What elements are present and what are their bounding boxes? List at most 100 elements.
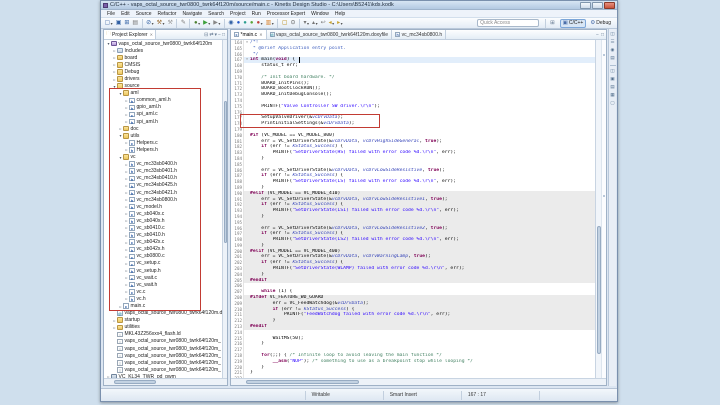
save-all-button[interactable]: ⊞ [123, 18, 130, 28]
forward-button[interactable]: ▸▾ [336, 18, 344, 28]
tree-item[interactable]: ▹hspi_aml.h [104, 118, 222, 125]
tree-item[interactable]: ▹doc [104, 125, 222, 132]
close-button[interactable] [604, 2, 615, 9]
tree-item[interactable]: ≡vaps_octal_source_twr0800_twrk64f120m_ [104, 359, 222, 366]
tree-item[interactable]: ▹cmain.c [104, 302, 222, 309]
tree-item[interactable]: ▹hvc_mc34sb0425.h [104, 182, 222, 189]
next-annotation-button[interactable]: ▾▾ [303, 18, 311, 28]
generate-code-button[interactable]: ● [242, 18, 248, 28]
tree-item[interactable]: ▹hvc_mc33sb0401.h [104, 168, 222, 175]
flash-programmer-button[interactable]: ▥▾ [265, 18, 275, 28]
menu-help[interactable]: Help [332, 11, 348, 17]
maximize-view-icon[interactable]: □ [601, 32, 604, 38]
close-icon[interactable]: ✕ [150, 32, 153, 37]
tree-item[interactable]: ▹hcommon_aml.h [104, 97, 222, 104]
menu-project[interactable]: Project [227, 11, 249, 17]
tree-item[interactable]: ▹cHelpers.c [104, 139, 222, 146]
tree-item[interactable]: @vaps_octal_source_twr0800_twrk64f120m.d… [104, 310, 222, 317]
perspective-debug[interactable]: ⚙Debug [588, 19, 613, 28]
tree-item[interactable]: ▹cvc_sb0800.c [104, 253, 222, 260]
tree-item[interactable]: ▹hgpio_aml.h [104, 104, 222, 111]
update-code-button[interactable]: ◉ [227, 18, 234, 28]
project-explorer-vscrollbar[interactable] [222, 40, 227, 378]
tree-item[interactable]: ▹Includes [104, 47, 222, 54]
tree-item[interactable]: ▹cvc_setup.c [104, 260, 222, 267]
perspective-cc[interactable]: ▣C/C++ [560, 19, 587, 28]
tree-item[interactable]: ▹drivers [104, 75, 222, 82]
maximize-view-icon[interactable]: □ [222, 31, 225, 39]
build-button[interactable]: ⚒▾ [156, 18, 166, 28]
link-with-editor-icon[interactable]: ⇄ [209, 31, 213, 39]
open-element-button[interactable]: ▢ [281, 18, 289, 28]
collapse-all-icon[interactable]: ⊟ [204, 31, 208, 39]
tree-item[interactable]: ▹cvc.c [104, 288, 222, 295]
tree-item[interactable]: ▾source [104, 83, 222, 90]
tree-item[interactable]: ▾vaps_octal_source_twr0800_twrk64f120m [104, 40, 222, 47]
properties-view-icon[interactable]: ▦ [610, 92, 616, 98]
tree-item[interactable]: ▾aml [104, 90, 222, 97]
tree-item[interactable]: ▾utils [104, 132, 222, 139]
editor-tab[interactable]: c*main.c✕ [231, 30, 267, 39]
tree-item[interactable]: ▹hvc_sb0410.h [104, 232, 222, 239]
tree-item[interactable]: ▹hvc_mc33sb0400.h [104, 161, 222, 168]
print-button[interactable]: ▤ [131, 18, 139, 28]
last-edit-location-button[interactable]: ↩ [320, 18, 327, 28]
menu-search[interactable]: Search [205, 11, 227, 17]
tree-item[interactable]: ▹utilities [104, 324, 222, 331]
tree-item[interactable]: ▹hvc_sb042x.h [104, 246, 222, 253]
tree-item[interactable]: ▹hHelpers.h [104, 146, 222, 153]
tree-item[interactable]: ▹hvc_sb040x.h [104, 217, 222, 224]
terminate-button[interactable]: ●▾ [255, 18, 263, 28]
documentation-view-icon[interactable]: ▤ [610, 55, 616, 61]
back-button[interactable]: ◂▾ [328, 18, 336, 28]
menu-source[interactable]: Source [133, 11, 155, 17]
tree-item[interactable]: ▹hvc_mc34sb0800.h [104, 196, 222, 203]
project-explorer-tab[interactable]: 🗀 Project Explorer ✕ [104, 30, 156, 39]
previous-annotation-button[interactable]: ▴▾ [311, 18, 319, 28]
debug-button[interactable]: ●▾ [193, 18, 201, 28]
menu-refactor[interactable]: Refactor [155, 11, 180, 17]
tree-item[interactable]: ▹Debug [104, 68, 222, 75]
restore-pane-icon[interactable]: ◫ [610, 31, 616, 37]
make-targets-view-icon[interactable]: ◉ [610, 47, 616, 53]
menu-processor-expert[interactable]: Processor Expert [264, 11, 308, 17]
menu-navigate[interactable]: Navigate [179, 11, 205, 17]
run-button[interactable]: ▶▾ [202, 18, 211, 28]
restore-pane-icon[interactable]: ◫ [610, 68, 616, 74]
tree-item[interactable]: ≡vaps_octal_source_twr0800_twrk64f120m_ [104, 338, 222, 345]
tree-item[interactable]: ≡vaps_octal_source_twr0800_twrk64f120m_ [104, 345, 222, 352]
quick-access-input[interactable]: Quick Access [477, 19, 539, 27]
components-button[interactable]: ● [249, 18, 255, 28]
tree-item[interactable]: ▹hvc_setup.h [104, 267, 222, 274]
overview-ruler[interactable] [601, 40, 606, 378]
code-editor[interactable]: 164⊖/*!165 * @brief Application entry po… [231, 40, 595, 378]
maximize-button[interactable] [592, 2, 603, 9]
menu-run[interactable]: Run [249, 11, 264, 17]
menu-window[interactable]: Window [308, 11, 332, 17]
tree-item[interactable]: ▹cvc_wait.c [104, 274, 222, 281]
external-tools-button[interactable]: ▶▾ [212, 18, 221, 28]
outline-view-icon[interactable]: ☰ [610, 39, 616, 45]
search-button[interactable]: ⊙ [289, 18, 296, 28]
editor-hscrollbar[interactable] [231, 378, 606, 385]
tree-item[interactable]: ≡vaps_octal_source_twr0800_twrk64f120m_ [104, 366, 222, 373]
tree-item[interactable]: ▹cvc_sb0410.c [104, 224, 222, 231]
menu-file[interactable]: File [104, 11, 118, 17]
editor-tab[interactable]: @vaps_octal_source_twr0800_twrk64f120m.d… [267, 30, 393, 39]
tree-item[interactable]: ▹cvc_sb040x.c [104, 210, 222, 217]
new-wizard-button[interactable]: ✎ [180, 18, 187, 28]
save-button[interactable]: ▣ [115, 18, 123, 28]
open-perspective-button[interactable]: ⊞ [548, 19, 558, 28]
skip-breakpoints-button[interactable]: ⊘▾ [145, 18, 155, 28]
title-bar[interactable]: C/C++ - vaps_octal_source_twr0800_twrk64… [101, 1, 617, 10]
tree-item[interactable]: ▹CMSIS [104, 61, 222, 68]
tree-item[interactable]: ▾vc [104, 154, 222, 161]
minimize-view-icon[interactable]: − [596, 32, 599, 38]
tree-item[interactable]: ▹hvc.h [104, 295, 222, 302]
tree-item[interactable]: ▹hvc_mc34sb0421.h [104, 189, 222, 196]
project-explorer-hscrollbar[interactable] [104, 378, 227, 385]
memory-view-icon[interactable]: ▢ [610, 100, 616, 106]
tree-item[interactable]: ▹cspi_aml.c [104, 111, 222, 118]
editor-tab[interactable]: hvc_mc34sb0800.h [392, 30, 446, 39]
tree-item[interactable]: ▹board [104, 54, 222, 61]
